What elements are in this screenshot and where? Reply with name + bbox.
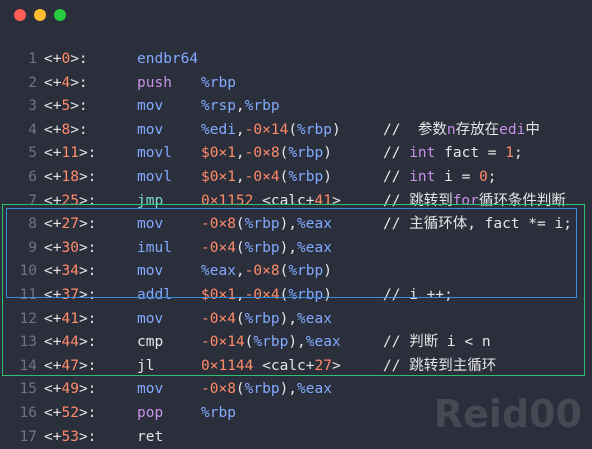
- mnemonic: jmp: [137, 192, 164, 209]
- line-number: 5: [28, 145, 37, 162]
- mnemonic: endbr64: [137, 51, 199, 67]
- code-line: 6 <+18>: movl $0×1,-0×4(%rbp) // int i = 0;: [0, 166, 592, 189]
- comment: // 主循环体, fact *= i;: [383, 216, 572, 233]
- mnemonic: push: [137, 74, 172, 91]
- mnemonic: imul: [137, 239, 172, 256]
- operands: %eax,-0×8(%rbp): [201, 263, 332, 280]
- operands: %rbp: [201, 405, 236, 421]
- mnemonic: mov: [137, 381, 164, 398]
- instruction-offset: <+52>:: [44, 405, 97, 421]
- mnemonic: cmp: [137, 334, 164, 351]
- operands: -0×14(%rbp),%eax: [201, 334, 341, 351]
- mnemonic: movl: [137, 169, 172, 185]
- line-number: 4: [28, 121, 37, 138]
- operands: -0×8(%rbp),%eax: [201, 216, 332, 233]
- code-line: 8 <+27>: mov -0×8(%rbp),%eax // 主循环体, fact *…: [0, 213, 592, 236]
- comment: // 参数n存放在edi中: [383, 121, 540, 138]
- code-line: 12 <+41>: mov -0×4(%rbp),%eax: [0, 308, 592, 331]
- mnemonic: jl: [137, 357, 155, 374]
- operands: $0×1,-0×4(%rbp): [201, 287, 332, 303]
- watermark: Reid00: [433, 392, 582, 436]
- line-number: 12: [19, 310, 37, 327]
- operands: -0×4(%rbp),%eax: [201, 310, 332, 327]
- code-line: 1 <+0>: endbr64: [0, 48, 592, 71]
- mnemonic: mov: [137, 310, 164, 327]
- comment: // i ++;: [383, 287, 453, 303]
- line-number: 15: [19, 381, 37, 398]
- code-line: 9 <+30>: imul -0×4(%rbp),%eax: [0, 237, 592, 260]
- comment: // 跳转到for循环条件判断: [383, 192, 566, 209]
- instruction-offset: <+11>:: [44, 145, 97, 162]
- code-line: 5 <+11>: movl $0×1,-0×8(%rbp) // int fact = …: [0, 142, 592, 165]
- line-number: 17: [19, 428, 37, 445]
- code-line: 13 <+44>: cmp -0×14(%rbp),%eax // 判断 i < n: [0, 331, 592, 354]
- instruction-offset: <+44>:: [44, 334, 97, 351]
- instruction-offset: <+53>:: [44, 428, 97, 445]
- instruction-offset: <+8>:: [44, 121, 88, 138]
- mnemonic: mov: [137, 263, 164, 280]
- operands: %rbp: [201, 74, 236, 91]
- maximize-button[interactable]: [54, 9, 66, 21]
- mnemonic: movl: [137, 145, 172, 162]
- line-number: 10: [19, 263, 37, 280]
- code-line: 11 <+37>: addl $0×1,-0×4(%rbp) // i ++;: [0, 284, 592, 307]
- mnemonic: pop: [137, 405, 164, 421]
- code-line: 7 <+25>: jmp 0×1152 <calc+41> // 跳转到for循环条件判…: [0, 190, 592, 213]
- operands: $0×1,-0×4(%rbp): [201, 169, 332, 185]
- operands: $0×1,-0×8(%rbp): [201, 145, 332, 162]
- mnemonic: mov: [137, 216, 164, 233]
- line-number: 3: [28, 98, 37, 115]
- mnemonic: ret: [137, 428, 164, 445]
- line-number: 8: [28, 216, 37, 233]
- code-line: 14 <+47>: jl 0×1144 <calc+27> // 跳转到主循环: [0, 355, 592, 378]
- instruction-offset: <+27>:: [44, 216, 97, 233]
- line-number: 2: [28, 74, 37, 91]
- operands: 0×1144 <calc+27>: [201, 357, 341, 374]
- line-number: 13: [19, 334, 37, 351]
- comment: // int i = 0;: [383, 169, 497, 185]
- line-number: 6: [28, 169, 37, 185]
- line-number: 14: [19, 357, 37, 374]
- instruction-offset: <+47>:: [44, 357, 97, 374]
- code-window: 1 <+0>: endbr64 2 <+4>: push %rbp 3 <+5>: mov %rsp…: [0, 0, 592, 445]
- line-number: 7: [28, 192, 37, 209]
- comment: // int fact = 1;: [383, 145, 523, 162]
- code-line: 4 <+8>: mov %edi,-0×14(%rbp) // 参数n存放在edi中: [0, 119, 592, 142]
- instruction-offset: <+41>:: [44, 310, 97, 327]
- instruction-offset: <+49>:: [44, 381, 97, 398]
- code-line: 10 <+34>: mov %eax,-0×8(%rbp): [0, 260, 592, 283]
- code-line: 2 <+4>: push %rbp: [0, 72, 592, 95]
- mnemonic: mov: [137, 121, 164, 138]
- operands: -0×8(%rbp),%eax: [201, 381, 332, 398]
- comment: // 跳转到主循环: [383, 357, 497, 374]
- instruction-offset: <+5>:: [44, 98, 88, 115]
- title-bar: [0, 0, 592, 30]
- instruction-offset: <+4>:: [44, 74, 88, 91]
- operands: %rsp,%rbp: [201, 98, 280, 115]
- instruction-offset: <+0>:: [44, 51, 88, 67]
- line-number: 11: [19, 287, 37, 303]
- minimize-button[interactable]: [34, 9, 46, 21]
- code-line: 3 <+5>: mov %rsp,%rbp: [0, 95, 592, 118]
- instruction-offset: <+30>:: [44, 239, 97, 256]
- operands: %edi,-0×14(%rbp): [201, 121, 341, 138]
- instruction-offset: <+25>:: [44, 192, 97, 209]
- mnemonic: mov: [137, 98, 164, 115]
- operands: 0×1152 <calc+41>: [201, 192, 341, 209]
- instruction-offset: <+37>:: [44, 287, 97, 303]
- line-number: 9: [28, 239, 37, 256]
- mnemonic: addl: [137, 287, 172, 303]
- instruction-offset: <+34>:: [44, 263, 97, 280]
- instruction-offset: <+18>:: [44, 169, 97, 185]
- operands: -0×4(%rbp),%eax: [201, 239, 332, 256]
- comment: // 判断 i < n: [383, 334, 491, 351]
- line-number: 1: [28, 51, 37, 67]
- line-number: 16: [19, 405, 37, 421]
- close-button[interactable]: [14, 9, 26, 21]
